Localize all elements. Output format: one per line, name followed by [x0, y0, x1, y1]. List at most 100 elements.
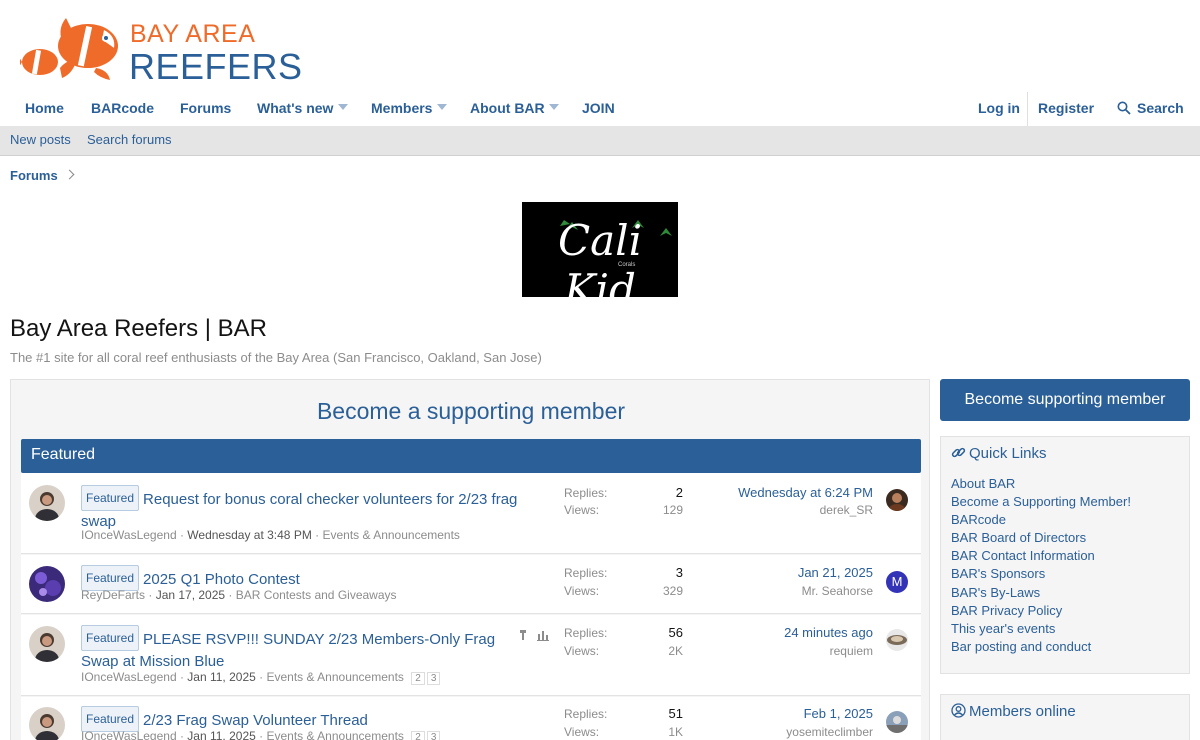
support-heading[interactable]: Become a supporting member	[11, 398, 931, 425]
page-link[interactable]: 2	[411, 731, 425, 740]
replies-label: Replies:	[564, 486, 608, 500]
replies-count: 51	[668, 706, 683, 721]
featured-header: Featured	[21, 439, 921, 473]
nav-home[interactable]: Home	[25, 92, 64, 126]
breadcrumb-forums[interactable]: Forums	[10, 168, 58, 183]
quick-link[interactable]: BARcode	[951, 512, 1006, 527]
quick-link[interactable]: This year's events	[951, 621, 1055, 636]
members-online-title[interactable]: Members online	[951, 703, 1076, 722]
thread-title-text[interactable]: 2025 Q1 Photo Contest	[143, 571, 300, 588]
search-icon[interactable]	[1117, 101, 1131, 118]
quick-link[interactable]: BAR's By-Laws	[951, 585, 1040, 600]
avatar[interactable]	[886, 629, 908, 651]
thread-date[interactable]: Jan 17, 2025	[156, 588, 225, 602]
quick-links-title-text: Quick Links	[969, 445, 1047, 462]
replies-label: Replies:	[564, 707, 608, 721]
thread-title-text[interactable]: Request for bonus coral checker voluntee…	[81, 491, 517, 530]
thread-forum[interactable]: BAR Contests and Giveaways	[236, 588, 397, 602]
thread-date[interactable]: Jan 11, 2025	[187, 670, 256, 684]
thread-author[interactable]: IOnceWasLegend	[81, 528, 177, 542]
sponsor-banner[interactable]: Cali Kid Corals	[522, 202, 678, 314]
nav-about[interactable]: About BAR	[470, 92, 545, 126]
nav-join[interactable]: JOIN	[582, 92, 615, 126]
replies-count: 56	[668, 625, 683, 640]
last-post-date[interactable]: 24 minutes ago	[691, 625, 873, 640]
subnav-search-forums[interactable]: Search forums	[87, 132, 172, 147]
last-post-user[interactable]: requiem	[691, 644, 873, 658]
thread-author[interactable]: IOnceWasLegend	[81, 729, 177, 740]
banner-logo-sub: Corals	[618, 262, 636, 268]
nav-whats-new[interactable]: What's new	[257, 92, 333, 126]
avatar[interactable]	[29, 707, 65, 740]
chevron-down-icon[interactable]	[549, 104, 559, 110]
replies-label: Replies:	[564, 566, 608, 580]
thread-date[interactable]: Jan 11, 2025	[187, 729, 256, 740]
thread-forum[interactable]: Events & Announcements	[266, 729, 403, 740]
thread-author[interactable]: ReyDeFarts	[81, 588, 145, 602]
site-logo[interactable]: BAY AREA REEFERS	[16, 10, 302, 87]
thread-title[interactable]: Featured PLEASE RSVP!!! SUNDAY 2/23 Membe…	[81, 625, 521, 673]
last-post-user[interactable]: yosemiteclimber	[691, 725, 873, 739]
last-post-user[interactable]: Mr. Seahorse	[691, 584, 873, 598]
members-online-title-text: Members online	[969, 703, 1076, 720]
page-title: Bay Area Reefers | BAR	[10, 315, 268, 342]
chevron-down-icon[interactable]	[437, 104, 447, 110]
nav-barcode[interactable]: BARcode	[91, 92, 154, 126]
last-post-user[interactable]: derek_SR	[691, 503, 873, 517]
avatar[interactable]	[29, 626, 65, 662]
thread-forum[interactable]: Events & Announcements	[266, 670, 403, 684]
poll-icon	[537, 631, 549, 641]
page-link[interactable]: 2	[411, 672, 425, 685]
quick-link[interactable]: About BAR	[951, 476, 1015, 491]
views-label: Views:	[564, 503, 600, 517]
thread-date[interactable]: Wednesday at 3:48 PM	[187, 528, 312, 542]
quick-link[interactable]: BAR Board of Directors	[951, 530, 1086, 545]
quick-link[interactable]: BAR Privacy Policy	[951, 603, 1062, 618]
avatar[interactable]	[29, 566, 65, 602]
main-content: Become a supporting member Featured Feat…	[10, 379, 930, 740]
quick-link[interactable]: BAR Contact Information	[951, 548, 1095, 563]
register-link[interactable]: Register	[1038, 92, 1094, 126]
thread-title[interactable]: Featured Request for bonus coral checker …	[81, 485, 521, 533]
thread-title-text[interactable]: PLEASE RSVP!!! SUNDAY 2/23 Members-Only …	[81, 631, 495, 670]
page-link[interactable]: 3	[426, 672, 441, 685]
featured-title[interactable]: Featured	[31, 446, 95, 464]
pin-icon	[520, 630, 526, 640]
thread-status-icons	[518, 629, 552, 644]
thread-forum[interactable]: Events & Announcements	[323, 528, 460, 542]
subnav-new-posts[interactable]: New posts	[10, 132, 71, 147]
avatar[interactable]	[886, 489, 908, 511]
quick-link[interactable]: Bar posting and conduct	[951, 639, 1091, 654]
last-post-date[interactable]: Feb 1, 2025	[691, 706, 873, 721]
views-label: Views:	[564, 644, 600, 658]
thread-title-text[interactable]: 2/23 Frag Swap Volunteer Thread	[143, 712, 368, 729]
thread-meta: IOnceWasLegend · Jan 11, 2025 · Events &…	[81, 670, 441, 685]
quick-link[interactable]: Become a Supporting Member!	[951, 494, 1131, 509]
thread-author[interactable]: IOnceWasLegend	[81, 670, 177, 684]
sub-nav: New posts Search forums	[0, 126, 1200, 156]
login-link[interactable]: Log in	[978, 92, 1020, 126]
quick-link[interactable]: BAR's Sponsors	[951, 566, 1045, 581]
last-post-date[interactable]: Jan 21, 2025	[691, 565, 873, 580]
search-link[interactable]: Search	[1137, 92, 1184, 126]
avatar[interactable]	[886, 711, 908, 733]
page-description: The #1 site for all coral reef enthusias…	[10, 350, 542, 365]
nav-forums[interactable]: Forums	[180, 92, 231, 126]
chevron-down-icon[interactable]	[338, 104, 348, 110]
quick-links-block: Quick Links About BAR Become a Supportin…	[940, 436, 1190, 674]
banner-logo-text: Cali Kid	[557, 216, 643, 314]
thread-meta: ReyDeFarts · Jan 17, 2025 · BAR Contests…	[81, 588, 397, 602]
nav-members[interactable]: Members	[371, 92, 432, 126]
nav-divider	[1027, 92, 1028, 126]
main-nav: Home BARcode Forums What's new Members A…	[0, 92, 1200, 126]
site-header: BAY AREA REEFERS	[0, 0, 1200, 92]
become-supporting-member-button[interactable]: Become supporting member	[940, 379, 1190, 421]
thread-row: Featured 2/23 Frag Swap Volunteer Thread …	[21, 697, 921, 740]
avatar[interactable]: M	[886, 571, 908, 593]
last-post-date[interactable]: Wednesday at 6:24 PM	[691, 485, 873, 500]
clownfish-icon	[16, 18, 118, 80]
thread-row: Featured PLEASE RSVP!!! SUNDAY 2/23 Membe…	[21, 615, 921, 696]
page-link[interactable]: 3	[426, 731, 441, 740]
avatar[interactable]	[29, 485, 65, 521]
members-online-block: Members online	[940, 694, 1190, 740]
